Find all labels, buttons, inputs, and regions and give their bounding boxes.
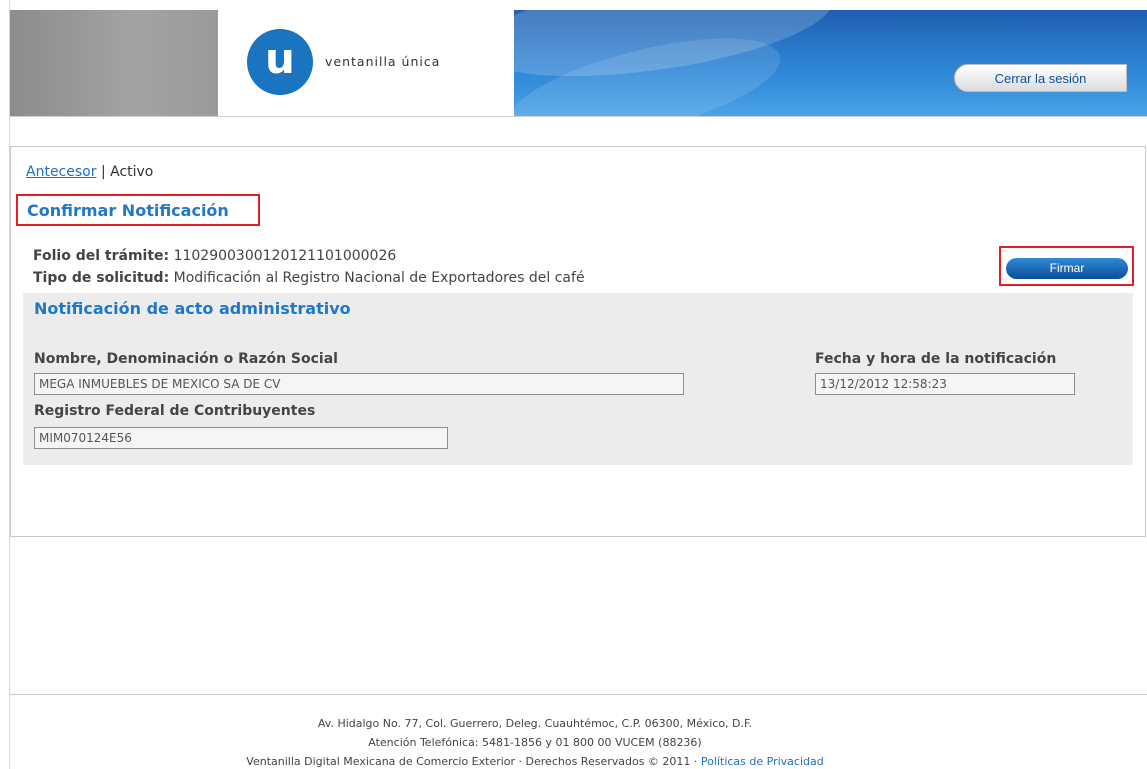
footer-address: Av. Hidalgo No. 77, Col. Guerrero, Deleg… xyxy=(317,717,753,730)
breadcrumb-current: Activo xyxy=(110,164,154,180)
header-logo-area: u ventanilla única xyxy=(218,10,514,116)
footer-rights: Ventanilla Digital Mexicana de Comercio … xyxy=(0,755,1070,768)
date-label: Fecha y hora de la notificación xyxy=(815,351,1057,367)
rfc-label: Registro Federal de Contribuyentes xyxy=(34,403,316,419)
logo-icon[interactable]: u xyxy=(247,29,313,95)
rfc-field[interactable]: MIM070124E56 xyxy=(34,427,448,449)
privacy-link[interactable]: Políticas de Privacidad xyxy=(701,755,824,768)
folio-line: Folio del trámite: 110290030012012110100… xyxy=(33,248,396,264)
name-field[interactable]: MEGA INMUEBLES DE MEXICO SA DE CV xyxy=(34,373,684,395)
breadcrumb-separator: | xyxy=(100,164,106,180)
name-label: Nombre, Denominación o Razón Social xyxy=(34,351,338,367)
footer-divider xyxy=(10,694,1147,695)
header-gray-banner xyxy=(10,10,218,116)
header-blue-banner xyxy=(514,10,1147,116)
folio-label: Folio del trámite: xyxy=(33,248,170,264)
footer-rights-text: Ventanilla Digital Mexicana de Comercio … xyxy=(246,755,698,768)
sign-highlight: Firmar xyxy=(999,246,1134,286)
logo-text: ventanilla única xyxy=(325,54,441,69)
sign-button[interactable]: Firmar xyxy=(1006,258,1128,279)
tipo-label: Tipo de solicitud: xyxy=(33,270,170,286)
section-title: Notificación de acto administrativo xyxy=(34,299,351,318)
notification-section: Notificación de acto administrativo Nomb… xyxy=(23,293,1133,465)
tipo-value: Modificación al Registro Nacional de Exp… xyxy=(173,270,585,286)
footer-phone: Atención Telefónica: 5481-1856 y 01 800 … xyxy=(368,736,702,749)
breadcrumb-link-antecesor[interactable]: Antecesor xyxy=(26,164,96,180)
tipo-line: Tipo de solicitud: Modificación al Regis… xyxy=(33,270,585,286)
main-panel: Antecesor | Activo Confirmar Notificació… xyxy=(10,146,1146,537)
logout-button[interactable]: Cerrar la sesión xyxy=(954,64,1127,92)
folio-value: 1102900300120121101000026 xyxy=(173,248,397,264)
date-field[interactable]: 13/12/2012 12:58:23 xyxy=(815,373,1075,395)
breadcrumb: Antecesor | Activo xyxy=(26,164,153,180)
page-title: Confirmar Notificación xyxy=(16,194,260,226)
